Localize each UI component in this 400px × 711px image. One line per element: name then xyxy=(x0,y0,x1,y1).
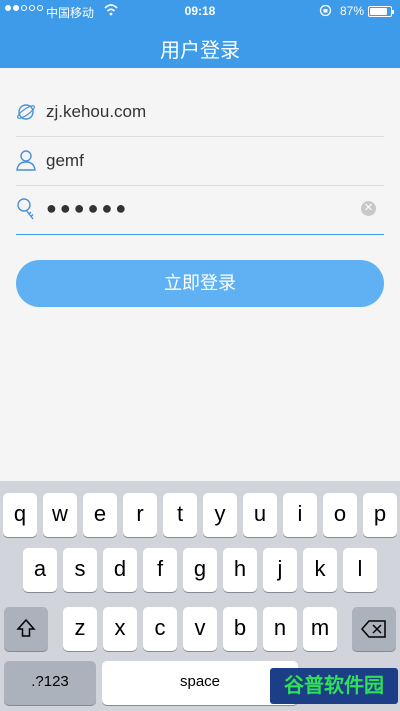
backspace-icon xyxy=(361,620,386,638)
key-e[interactable]: e xyxy=(83,493,117,537)
clear-icon[interactable]: ✕ xyxy=(361,201,376,216)
key-u[interactable]: u xyxy=(243,493,277,537)
page-title: 用户登录 xyxy=(160,40,240,62)
key-g[interactable]: g xyxy=(183,548,217,592)
server-field[interactable]: zj.kehou.com xyxy=(16,88,384,137)
key-f[interactable]: f xyxy=(143,548,177,592)
key-r[interactable]: r xyxy=(123,493,157,537)
status-bar: 中国移动 09:18 87% xyxy=(0,0,400,22)
key-l[interactable]: l xyxy=(343,548,377,592)
key-p[interactable]: p xyxy=(363,493,397,537)
battery-level-fill xyxy=(370,8,388,15)
key-c[interactable]: c xyxy=(143,607,177,651)
key-t[interactable]: t xyxy=(163,493,197,537)
key-k[interactable]: k xyxy=(303,548,337,592)
numbers-key[interactable]: .?123 xyxy=(4,661,96,705)
key-b[interactable]: b xyxy=(223,607,257,651)
user-icon xyxy=(16,150,36,171)
key-m[interactable]: m xyxy=(303,607,337,651)
key-n[interactable]: n xyxy=(263,607,297,651)
backspace-key[interactable] xyxy=(352,607,396,651)
key-h[interactable]: h xyxy=(223,548,257,592)
key-i[interactable]: i xyxy=(283,493,317,537)
username-field-value: gemf xyxy=(46,151,84,170)
battery-percent: 87% xyxy=(340,4,365,18)
key-d[interactable]: d xyxy=(103,548,137,592)
watermark-logo: 谷普软件园 xyxy=(270,668,398,704)
username-field[interactable]: gemf xyxy=(16,137,384,186)
key-a[interactable]: a xyxy=(23,548,57,592)
key-s[interactable]: s xyxy=(63,548,97,592)
key-v[interactable]: v xyxy=(183,607,217,651)
rotation-lock-icon xyxy=(319,4,332,17)
key-w[interactable]: w xyxy=(43,493,77,537)
key-j[interactable]: j xyxy=(263,548,297,592)
server-globe-icon xyxy=(17,104,35,120)
login-button[interactable]: 立即登录 xyxy=(16,260,384,307)
password-field[interactable]: ●●●●●● ✕ xyxy=(16,186,384,235)
battery-icon xyxy=(368,6,394,17)
shift-icon xyxy=(16,618,36,637)
shift-key[interactable] xyxy=(4,607,48,651)
key-x[interactable]: x xyxy=(103,607,137,651)
server-field-value: zj.kehou.com xyxy=(46,102,147,121)
key-q[interactable]: q xyxy=(3,493,37,537)
app-header: 用户登录 xyxy=(0,22,400,68)
login-form: zj.kehou.com gemf ●●●●●● ✕ xyxy=(16,88,384,235)
key-z[interactable]: z xyxy=(63,607,97,651)
space-key[interactable]: space xyxy=(102,661,298,705)
password-field-value: ●●●●●● xyxy=(46,198,130,218)
key-icon xyxy=(17,198,34,220)
key-y[interactable]: y xyxy=(203,493,237,537)
key-o[interactable]: o xyxy=(323,493,357,537)
